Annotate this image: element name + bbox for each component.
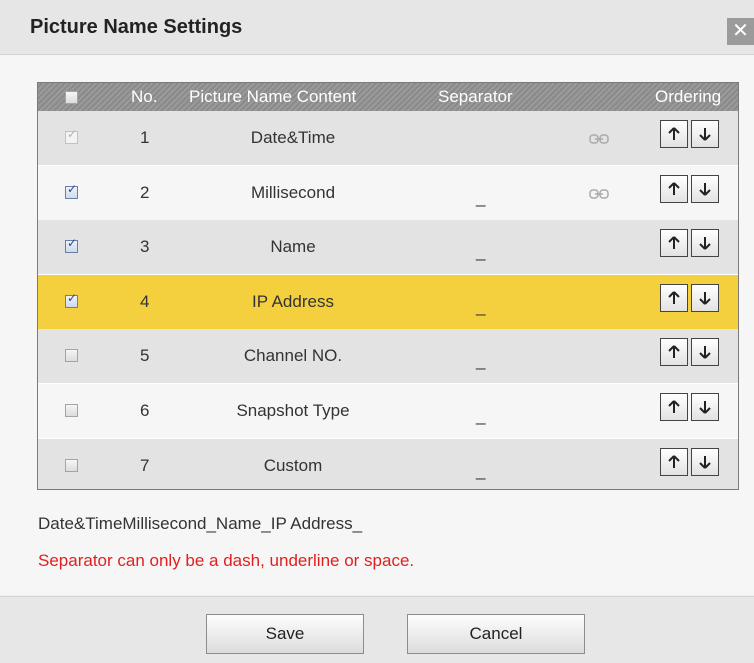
move-down-button[interactable] bbox=[691, 283, 719, 312]
row-checkbox[interactable]: ✓ bbox=[65, 290, 78, 308]
table-row[interactable]: 6 Snapshot Type _ bbox=[38, 384, 738, 438]
dialog-titlebar: Picture Name Settings ✕ bbox=[0, 0, 754, 55]
header-separator: Separator bbox=[438, 87, 513, 106]
move-up-button[interactable] bbox=[660, 338, 688, 367]
arrow-up-icon bbox=[668, 400, 680, 413]
checkmark-icon: ✓ bbox=[67, 127, 78, 141]
arrow-up-icon bbox=[668, 236, 680, 250]
row-separator[interactable]: _ bbox=[476, 351, 485, 371]
checkmark-icon: ✓ bbox=[67, 236, 78, 251]
row-number: 1 bbox=[140, 128, 150, 147]
arrow-up-icon bbox=[668, 181, 680, 195]
cancel-button[interactable]: Cancel bbox=[407, 614, 585, 654]
move-up-button[interactable] bbox=[660, 174, 688, 203]
move-up-button[interactable] bbox=[660, 283, 688, 312]
close-icon: ✕ bbox=[732, 20, 749, 42]
move-down-button[interactable] bbox=[691, 229, 719, 258]
move-down-button[interactable] bbox=[691, 447, 719, 476]
ordering-controls bbox=[660, 447, 724, 478]
ordering-controls bbox=[660, 174, 724, 205]
close-button[interactable]: ✕ bbox=[727, 18, 754, 45]
header-content: Picture Name Content bbox=[189, 87, 357, 106]
arrow-up-icon bbox=[668, 454, 680, 468]
row-checkbox[interactable]: ✓ bbox=[65, 236, 78, 254]
dialog-footer: Save Cancel bbox=[0, 596, 754, 663]
row-number: 2 bbox=[140, 182, 150, 202]
ordering-controls bbox=[660, 393, 724, 423]
table-row[interactable]: ✓ 4 IP Address _ bbox=[38, 274, 738, 329]
row-checkbox[interactable] bbox=[65, 349, 78, 363]
arrow-down-icon bbox=[699, 291, 711, 305]
table-row[interactable]: 5 Channel NO. _ bbox=[38, 329, 738, 384]
table-header: No. Picture Name Content Separator Order… bbox=[38, 83, 738, 111]
table-row[interactable]: ✓ 3 Name _ bbox=[38, 220, 738, 275]
row-separator[interactable]: _ bbox=[476, 188, 485, 208]
row-number: 6 bbox=[140, 401, 150, 420]
picture-name-preview: Date&TimeMillisecond_Name_IP Address_ bbox=[38, 514, 363, 533]
arrow-up-icon bbox=[668, 291, 680, 304]
move-up-button[interactable] bbox=[660, 447, 688, 476]
row-content: Custom bbox=[263, 455, 323, 475]
ordering-controls bbox=[660, 338, 724, 368]
row-number: 3 bbox=[140, 237, 150, 257]
row-separator[interactable]: _ bbox=[476, 297, 485, 317]
link-icon[interactable] bbox=[589, 185, 609, 199]
row-content: Millisecond bbox=[250, 182, 336, 202]
move-up-button[interactable] bbox=[660, 229, 688, 258]
arrow-down-icon bbox=[699, 401, 711, 414]
dialog-title: Picture Name Settings bbox=[30, 16, 243, 38]
row-checkbox[interactable]: ✓ bbox=[65, 181, 78, 199]
checkmark-icon: ✓ bbox=[67, 290, 78, 305]
move-down-button[interactable] bbox=[691, 338, 719, 367]
arrow-down-icon bbox=[699, 346, 711, 360]
ordering-controls bbox=[660, 120, 724, 150]
table-row[interactable]: ✓ 1 Date&Time bbox=[38, 111, 738, 165]
select-all-checkbox[interactable] bbox=[65, 91, 78, 104]
row-content: Date&Time bbox=[250, 128, 336, 147]
ordering-controls bbox=[660, 229, 724, 259]
row-checkbox: ✓ bbox=[65, 127, 78, 144]
row-content: Snapshot Type bbox=[236, 401, 350, 420]
row-content: IP Address bbox=[252, 291, 334, 311]
picture-name-table: No. Picture Name Content Separator Order… bbox=[37, 82, 739, 490]
row-number: 7 bbox=[140, 455, 150, 475]
row-separator[interactable]: _ bbox=[476, 406, 485, 426]
arrow-down-icon bbox=[699, 182, 711, 196]
save-button[interactable]: Save bbox=[206, 614, 364, 654]
arrow-down-icon bbox=[699, 128, 711, 141]
checkmark-icon: ✓ bbox=[67, 181, 78, 196]
table-row[interactable]: 7 Custom _ bbox=[38, 438, 738, 489]
separator-warning: Separator can only be a dash, underline … bbox=[38, 551, 415, 570]
row-checkbox[interactable] bbox=[65, 404, 78, 417]
table-row[interactable]: ✓ 2 Millisecond _ bbox=[38, 165, 738, 220]
row-number: 4 bbox=[140, 291, 150, 311]
move-up-button[interactable] bbox=[660, 393, 688, 421]
row-separator[interactable]: _ bbox=[476, 461, 485, 481]
arrow-down-icon bbox=[699, 237, 711, 250]
header-ordering: Ordering bbox=[655, 87, 722, 106]
header-number: No. bbox=[131, 87, 158, 106]
row-content: Channel NO. bbox=[243, 346, 343, 366]
picture-name-settings-dialog: Picture Name Settings ✕ No. Picture Name… bbox=[0, 0, 754, 663]
row-checkbox[interactable] bbox=[65, 458, 78, 472]
arrow-up-icon bbox=[668, 127, 680, 140]
move-down-button[interactable] bbox=[691, 393, 719, 421]
arrow-down-icon bbox=[699, 455, 711, 469]
move-down-button[interactable] bbox=[691, 120, 719, 148]
row-number: 5 bbox=[140, 346, 150, 366]
row-content: Name bbox=[270, 237, 316, 257]
link-icon[interactable] bbox=[589, 130, 609, 144]
arrow-up-icon bbox=[668, 345, 680, 359]
ordering-controls bbox=[660, 283, 724, 314]
row-separator[interactable]: _ bbox=[476, 242, 485, 262]
move-down-button[interactable] bbox=[691, 174, 719, 203]
move-up-button[interactable] bbox=[660, 120, 688, 148]
